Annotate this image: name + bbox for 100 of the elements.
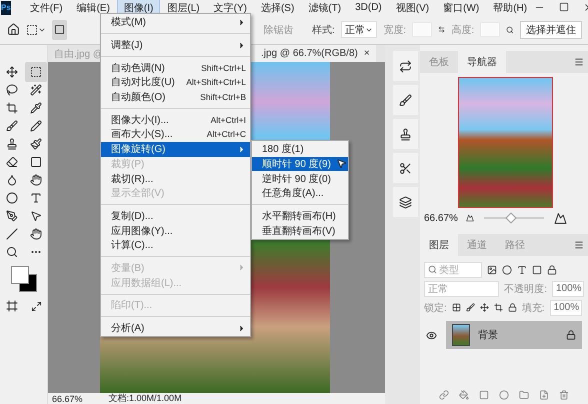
libraries-button[interactable] [393,187,418,217]
menu-item[interactable]: 计算(C)... [101,238,250,253]
clone-source-button[interactable] [393,119,418,149]
menu-item[interactable]: 复制(D)... [101,208,250,224]
menu-item[interactable]: 3D(D) [348,0,389,15]
menu-item[interactable]: 文字(Y) [206,0,254,16]
brush-icon [399,94,412,106]
crop-icon [6,102,18,114]
select-and-mask-button[interactable]: 选择并遮住 [520,20,582,38]
trash-icon[interactable] [559,390,569,400]
zoom-out-icon[interactable] [466,214,474,222]
lock-pixels-icon[interactable] [452,303,461,312]
magic-wand-icon [30,84,42,96]
panel-tab[interactable]: 图层 [420,234,458,256]
folder-icon[interactable] [519,390,529,400]
droplet-icon [6,174,18,186]
screen-mode-icon [30,300,42,312]
submenu-arrow-icon [237,144,246,154]
lock-all-icon[interactable] [508,303,517,312]
menu-item[interactable]: 应用图像(Y)... [101,223,250,238]
panel-menu-icon[interactable] [574,57,584,67]
zoom-in-icon[interactable] [554,212,567,224]
color-swatches[interactable] [10,265,38,293]
lock-paint-icon[interactable] [466,303,475,312]
mask-icon[interactable] [479,390,489,400]
tools-panel-button[interactable] [393,153,418,183]
opacity-field[interactable]: 100% [552,280,584,296]
menu-item[interactable]: 裁切(R)... [101,171,250,186]
panel-tab[interactable]: 导航器 [458,51,506,73]
submenu-arrow-icon [237,18,246,27]
menu-item[interactable]: 选择(S) [254,0,302,16]
adjustment-icon[interactable] [499,390,509,400]
smart-filter-icon[interactable] [547,264,557,274]
menu-item[interactable]: 滤镜(T) [301,0,348,16]
style-dropdown[interactable]: 正常 [340,21,378,38]
slider-thumb[interactable] [505,212,517,224]
type-filter-icon[interactable] [517,264,527,274]
hand-icon [30,228,42,240]
brush-icon [6,120,18,132]
new-selection-button[interactable] [52,20,66,40]
maximize-icon[interactable] [559,2,570,12]
layer-name: 背景 [478,328,499,342]
menu-item[interactable]: 图像旋转(G) [101,142,250,156]
shape-filter-icon[interactable] [532,264,542,274]
menu-item[interactable]: 帮助(H) [486,0,534,16]
pointer-icon [30,210,42,222]
eye-icon[interactable] [426,330,438,340]
menu-item[interactable]: 自动色调(N) Shift+Ctrl+L [101,60,250,76]
menu-item[interactable]: 图像大小(I)... Alt+Ctrl+I [101,112,250,128]
document-tab[interactable]: .jpg @ 66.7%(RGB/8) × [255,45,376,62]
submenu-arrow-icon [237,40,246,50]
menu-item[interactable]: 图层(L) [160,0,207,16]
menu-item[interactable]: 编辑(E) [70,0,117,16]
finger-icon [30,174,42,186]
menu-item[interactable]: 视图(V) [388,0,436,16]
scissors-icon [399,162,412,174]
lock-artboard-icon[interactable] [494,303,503,312]
menu-item[interactable]: 分析(A) [101,320,250,336]
type-icon [30,192,42,204]
menu-item[interactable]: 180 度(1) [252,142,348,157]
move-icon [6,66,18,78]
adjustment-filter-icon[interactable] [502,264,512,274]
new-layer-icon[interactable] [539,390,549,400]
link-icon[interactable] [439,390,449,400]
tool-button[interactable] [25,62,47,82]
image-filter-icon[interactable] [487,264,497,274]
submenu-arrow-icon [237,324,246,333]
menu-item[interactable]: 水平翻转画布(H) [252,208,348,224]
menu-item[interactable]: 顺时针 90 度(9) [252,156,348,172]
menu-item[interactable]: 调整(J) [101,38,250,52]
menu-item[interactable]: 模式(M) [101,15,250,30]
fill-field[interactable]: 100% [550,300,582,316]
zoom-readout: 66.67% [52,394,83,404]
pencil-icon [30,120,42,132]
app-logo: Ps [1,0,11,14]
lock-label: 锁定: [424,302,447,314]
panel-menu-icon[interactable] [574,240,584,250]
stamp-icon [399,128,412,140]
swap-icon[interactable] [438,24,446,35]
eyedropper-icon [30,102,42,114]
menu-item[interactable]: 垂直翻转画布(V) [252,223,348,238]
marquee-icon [30,66,42,78]
zoom-readout: 66.67% [424,212,459,224]
opacity-label: 不透明度: [504,282,547,296]
menu-item[interactable]: 自动颜色(O) Shift+Ctrl+B [101,90,250,104]
home-icon [6,23,20,36]
menu-item[interactable]: 逆时针 90 度(0) [252,171,348,186]
menu-item[interactable]: 自动对比度(U) Alt+Shift+Ctrl+L [101,75,250,90]
brush-settings-button[interactable] [393,85,418,115]
layer-row[interactable]: 背景 [446,321,582,349]
layer-thumbnail [452,324,470,346]
menu-item[interactable]: 任意角度(A)... [252,186,348,201]
history-panel-button[interactable] [393,51,418,81]
tab-close-icon[interactable]: × [364,48,370,59]
document-info[interactable]: 文档:1.00M/1.00M [108,392,182,404]
cursor-icon [336,158,347,169]
lock-move-icon[interactable] [480,303,489,312]
menu-item[interactable]: 文件(F) [22,0,70,16]
menu-item[interactable]: 画布大小(S)... Alt+Ctrl+C [101,127,250,142]
menu-item[interactable]: 窗口(W) [436,0,486,16]
